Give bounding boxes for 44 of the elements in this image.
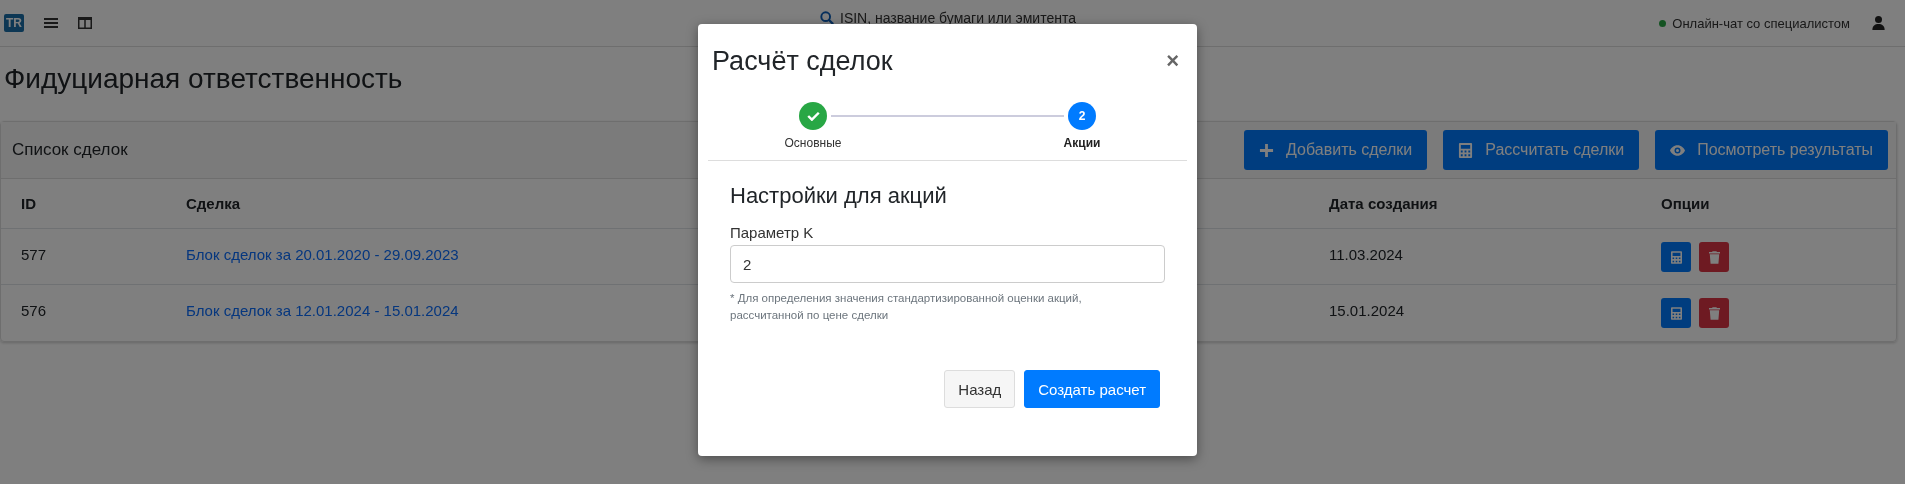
modal-title: Расчёт сделок (712, 46, 893, 77)
step-label: Основные (784, 136, 842, 150)
menu-icon (44, 17, 58, 29)
table-cell: 577 (1, 228, 166, 285)
calculate-button[interactable] (1661, 298, 1691, 328)
step-number: 2 (1068, 102, 1096, 130)
column-header: ID (1, 179, 166, 229)
table-cell: 15.01.2024 (1309, 284, 1641, 341)
status-dot (1659, 19, 1667, 27)
card-title: Список сделок (12, 140, 128, 160)
table-cell: 11.03.2024 (1309, 228, 1641, 285)
column-header: Дата создания (1309, 179, 1641, 229)
logo[interactable]: TR (4, 14, 24, 32)
chat-link[interactable]: Онлайн-чат со специалистом (1672, 15, 1850, 31)
calculator-icon (1670, 306, 1682, 320)
section-title: Настройки для акций (730, 183, 948, 209)
calculate-button[interactable] (1661, 242, 1691, 272)
plus-icon (1259, 142, 1275, 158)
columns-icon (78, 17, 92, 29)
user-icon (1872, 16, 1885, 30)
calculator-icon (1670, 250, 1682, 264)
action-button[interactable]: Рассчитать сделки (1443, 130, 1640, 170)
action-button[interactable]: Посмотреть результаты (1655, 130, 1888, 170)
step-label: Акции (1063, 136, 1101, 150)
hint-text: * Для определения значения стандартизированной оценки акций, рассчитанной по цене сделки (730, 291, 1083, 323)
back-button[interactable]: Назад (944, 370, 1016, 408)
deal-link[interactable]: Блок сделок за 20.01.2020 - 29.09.2023 (186, 246, 459, 263)
deal-link[interactable]: Блок сделок за 12.01.2024 - 15.01.2024 (186, 302, 459, 319)
search-icon (820, 11, 834, 25)
action-button[interactable]: Добавить сделки (1244, 130, 1428, 170)
create-button[interactable]: Создать расчет (1024, 370, 1160, 408)
page-title: Фидуциарная ответственность (4, 63, 403, 96)
table-cell: 576 (1, 284, 166, 341)
delete-button[interactable] (1699, 298, 1729, 328)
search-field[interactable]: ISIN, название бумаги или эмитента (840, 10, 1090, 26)
calculator-icon (1458, 142, 1474, 158)
check-icon (806, 111, 820, 121)
column-header: Опции (1641, 179, 1896, 229)
parameter-input[interactable]: 2 (730, 245, 1165, 283)
delete-button[interactable] (1699, 242, 1729, 272)
trash-icon (1708, 306, 1720, 320)
close-button[interactable]: × (1162, 48, 1183, 74)
eye-icon (1670, 142, 1686, 158)
trash-icon (1708, 250, 1720, 264)
